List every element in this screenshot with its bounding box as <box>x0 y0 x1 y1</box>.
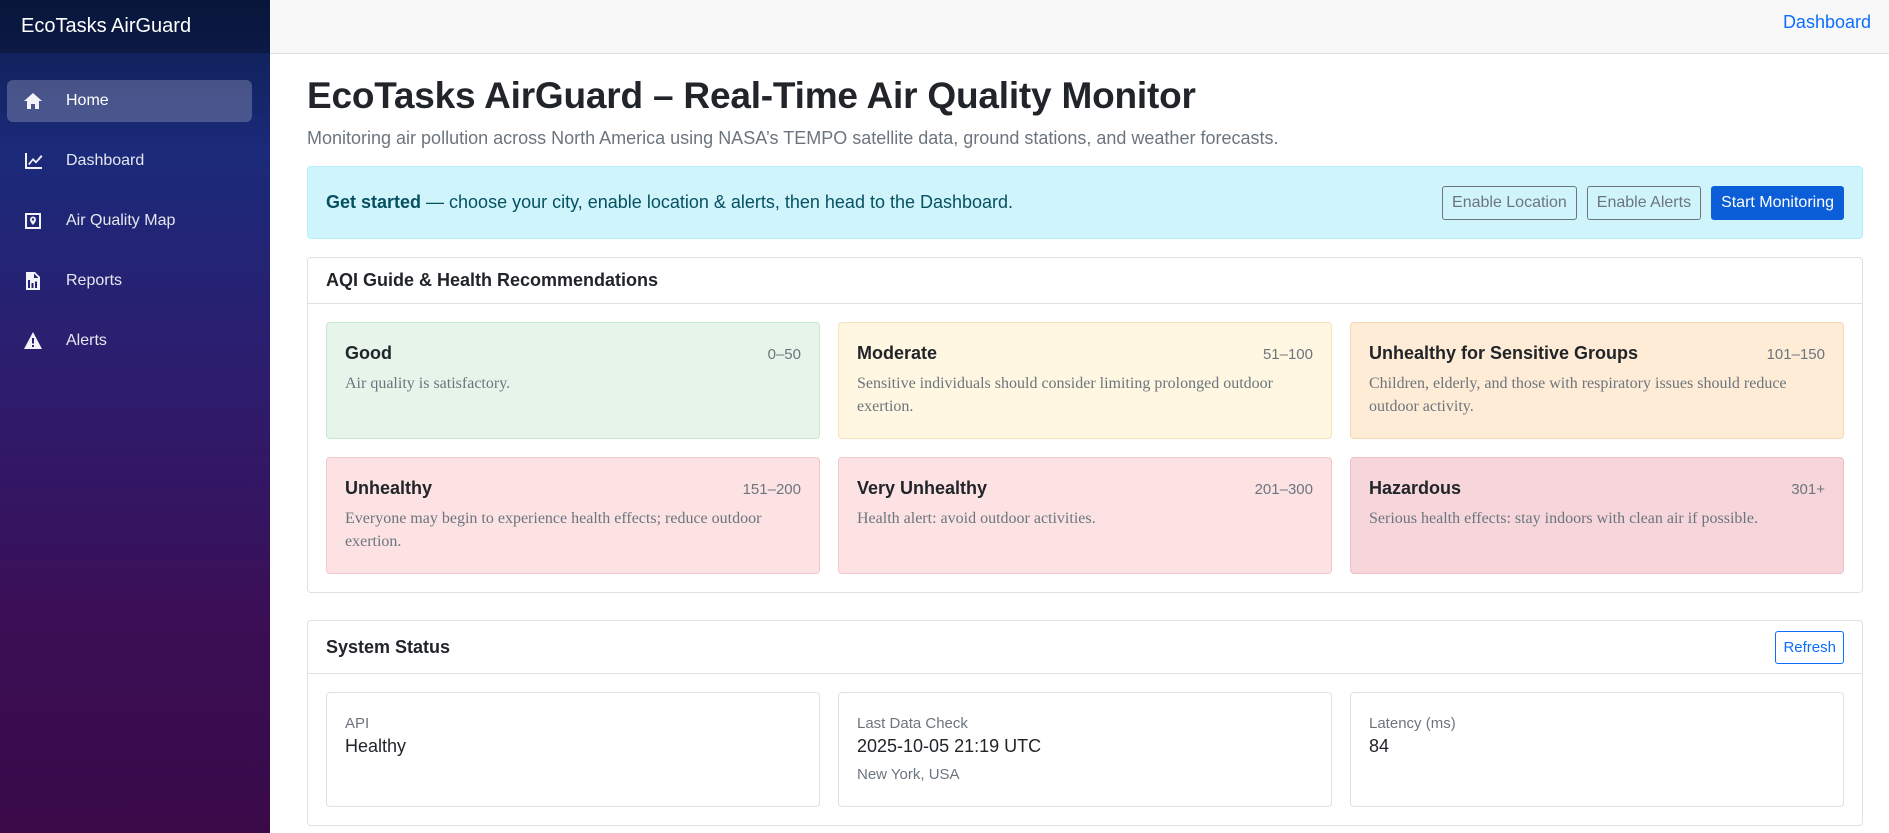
map-icon <box>22 210 44 232</box>
status-grid: API Healthy Last Data Check 2025-10-05 2… <box>326 692 1844 807</box>
alert-icon <box>22 330 44 352</box>
enable-alerts-button[interactable]: Enable Alerts <box>1586 185 1702 220</box>
aqi-level-moderate: Moderate 51–100 Sensitive individuals sho… <box>838 322 1332 439</box>
aqi-level-hazardous: Hazardous 301+ Serious health effects: st… <box>1350 457 1844 574</box>
refresh-button[interactable]: Refresh <box>1775 630 1844 664</box>
enable-location-button[interactable]: Enable Location <box>1442 185 1577 220</box>
aqi-level-name: Moderate <box>857 343 938 363</box>
page-subtitle: Monitoring air pollution across North Am… <box>307 128 1279 148</box>
sidebar-item-home[interactable]: Home <box>7 80 252 122</box>
status-latency: Latency (ms) 84 <box>1350 692 1844 807</box>
page-title: EcoTasks AirGuard – Real-Time Air Qualit… <box>307 75 1196 116</box>
sidebar-nav: Home Dashboard Air Quality Map Reports A… <box>0 53 270 362</box>
aqi-level-desc: Children, elderly, and those with respir… <box>1369 375 1787 415</box>
aqi-level-unhealthy: Unhealthy 151–200 Everyone may begin to e… <box>326 457 820 574</box>
aqi-level-range: 101–150 <box>1766 346 1825 363</box>
brand-title[interactable]: EcoTasks AirGuard <box>0 0 270 53</box>
sidebar-item-label: Reports <box>66 272 123 289</box>
sidebar-item-dashboard[interactable]: Dashboard <box>7 140 252 182</box>
sidebar-item-air-quality-map[interactable]: Air Quality Map <box>7 200 252 242</box>
sidebar-item-alerts[interactable]: Alerts <box>7 320 252 362</box>
status-last-check: Last Data Check 2025-10-05 21:19 UTC New… <box>838 692 1332 807</box>
aqi-level-unhealthy-sensitive: Unhealthy for Sensitive Groups 101–150 Ch… <box>1350 322 1844 439</box>
aqi-guide-card: AQI Guide & Health Recommendations Good 0… <box>307 257 1863 593</box>
aqi-level-range: 0–50 <box>767 346 801 363</box>
aqi-level-desc: Air quality is satisfactory. <box>345 375 511 392</box>
system-status-title: System Status <box>326 636 451 657</box>
home-icon <box>22 90 44 112</box>
sidebar-item-label: Air Quality Map <box>66 212 176 229</box>
aqi-level-range: 151–200 <box>742 481 801 498</box>
aqi-level-name: Very Unhealthy <box>857 478 988 498</box>
aqi-guide-body: Good 0–50 Air quality is satisfactory. Mo… <box>308 304 1862 592</box>
sidebar-item-label: Dashboard <box>66 152 145 169</box>
aqi-level-name: Unhealthy for Sensitive Groups <box>1369 343 1639 363</box>
status-value: 2025-10-05 21:19 UTC <box>857 736 1042 756</box>
aqi-level-good: Good 0–50 Air quality is satisfactory. <box>326 322 820 439</box>
status-location: New York, USA <box>857 766 960 783</box>
aqi-level-name: Hazardous <box>1369 478 1462 498</box>
aqi-level-range: 201–300 <box>1254 481 1313 498</box>
status-api: API Healthy <box>326 692 820 807</box>
status-value: 84 <box>1369 736 1390 756</box>
aqi-guide-title: AQI Guide & Health Recommendations <box>326 270 659 290</box>
sidebar-item-label: Home <box>66 92 109 109</box>
sidebar-item-reports[interactable]: Reports <box>7 260 252 302</box>
aqi-level-very-unhealthy: Very Unhealthy 201–300 Health alert: avoi… <box>838 457 1332 574</box>
sidebar: EcoTasks AirGuard Home Dashboard Air Qua… <box>0 0 270 833</box>
aqi-level-range: 51–100 <box>1262 346 1313 363</box>
aqi-level-desc: Health alert: avoid outdoor activities. <box>857 510 1096 527</box>
report-icon <box>22 270 44 292</box>
system-status-header: System Status Refresh <box>308 621 1862 674</box>
status-label: API <box>345 715 370 732</box>
aqi-level-desc: Everyone may begin to experience health … <box>345 510 762 550</box>
aqi-level-desc: Sensitive individuals should consider li… <box>857 375 1273 415</box>
aqi-level-range: 301+ <box>1791 481 1825 498</box>
aqi-level-desc: Serious health effects: stay indoors wit… <box>1369 510 1758 527</box>
aqi-level-name: Good <box>345 343 392 363</box>
status-label: Latency (ms) <box>1369 715 1456 732</box>
banner-message: — choose your city, enable location & al… <box>421 192 1014 212</box>
banner-bold: Get started <box>326 192 422 212</box>
topbar-dashboard-link[interactable]: Dashboard <box>1783 12 1871 33</box>
main-content: EcoTasks AirGuard – Real-Time Air Qualit… <box>307 54 1863 826</box>
sidebar-item-label: Alerts <box>66 332 107 349</box>
system-status-body: API Healthy Last Data Check 2025-10-05 2… <box>308 674 1862 825</box>
system-status-card: System Status Refresh API Healthy Last D… <box>307 620 1863 826</box>
aqi-guide-header: AQI Guide & Health Recommendations <box>308 258 1862 304</box>
status-label: Last Data Check <box>857 715 968 732</box>
status-value: Healthy <box>345 736 407 756</box>
start-monitoring-button[interactable]: Start Monitoring <box>1711 185 1844 220</box>
get-started-banner: Get started — choose your city, enable l… <box>307 166 1863 239</box>
topbar: Dashboard <box>270 0 1889 54</box>
aqi-level-name: Unhealthy <box>345 478 433 498</box>
chart-line-icon <box>22 150 44 172</box>
aqi-grid: Good 0–50 Air quality is satisfactory. Mo… <box>326 322 1844 574</box>
banner-text: Get started — choose your city, enable l… <box>326 192 1432 213</box>
